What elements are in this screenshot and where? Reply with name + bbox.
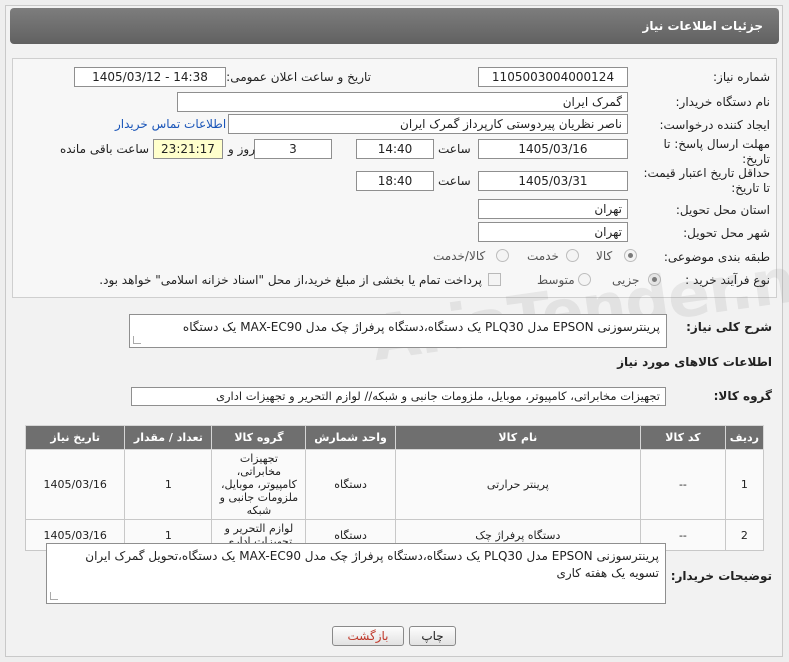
page-title: جزئیات اطلاعات نیاز xyxy=(10,8,779,44)
summary-textarea[interactable]: پرینترسوزنی EPSON مدل PLQ30 یک دستگاه،دس… xyxy=(129,314,667,348)
province-field: تهران xyxy=(478,199,628,219)
deadline-time-label: ساعت xyxy=(438,142,471,156)
category-radio-goods[interactable] xyxy=(624,249,637,262)
creator-label: ایجاد کننده درخواست: xyxy=(659,118,770,132)
buyer-notes-label: توضیحات خریدار: xyxy=(670,569,772,583)
cell-date: 1405/03/16 xyxy=(24,449,126,520)
buyer-org-field: گمرک ایران xyxy=(177,92,628,112)
remaining-days-label: روز و xyxy=(228,142,255,156)
goods-table: ردیف کد کالا نام کالا واحد شمارش گروه کا… xyxy=(24,425,765,551)
need-number-field: 1105003004000124 xyxy=(478,67,628,87)
category-option-goods-service: کالا/خدمت xyxy=(433,249,486,263)
remaining-days-field: 3 xyxy=(254,139,332,159)
goods-section-title: اطلاعات کالاهای مورد نیاز xyxy=(617,355,772,369)
deadline-time-field: 14:40 xyxy=(356,139,434,159)
col-qty: تعداد / مقدار xyxy=(124,425,213,450)
price-validity-time-label: ساعت xyxy=(438,174,471,188)
remaining-time-field: 23:21:17 xyxy=(153,139,223,159)
cell-row: 1 xyxy=(724,449,765,520)
summary-text: پرینترسوزنی EPSON مدل PLQ30 یک دستگاه،دس… xyxy=(182,320,660,334)
buyer-contact-link[interactable]: اطلاعات تماس خریدار xyxy=(115,117,226,131)
treasury-payment-note: پرداخت تمام یا بخشی از مبلغ خرید،از محل … xyxy=(99,273,482,287)
creator-field: ناصر نظریان پیردوستی کارپرداز گمرک ایران xyxy=(228,114,628,134)
category-radio-service[interactable] xyxy=(566,249,579,262)
cell-unit: دستگاه xyxy=(305,449,396,520)
col-unit: واحد شمارش xyxy=(305,425,396,450)
goods-group-label: گروه کالا: xyxy=(713,389,772,403)
print-button[interactable]: چاپ xyxy=(409,626,456,646)
cell-qty: 1 xyxy=(124,449,213,520)
resize-grip-icon[interactable] xyxy=(133,336,141,344)
price-validity-label: حداقل تاریخ اعتبار قیمت: تا تاریخ: xyxy=(643,166,770,195)
col-group: گروه کالا xyxy=(211,425,307,450)
summary-label: شرح کلی نیاز: xyxy=(686,320,772,334)
cell-name: پرینتر حرارتی xyxy=(394,449,642,520)
remaining-time-label: ساعت باقی مانده xyxy=(60,142,150,156)
announce-datetime-field: 1405/03/12 - 14:38 xyxy=(74,67,226,87)
col-name: نام کالا xyxy=(394,425,642,450)
cell-row: 2 xyxy=(724,519,765,551)
announce-datetime-label: تاریخ و ساعت اعلان عمومی: xyxy=(226,70,371,84)
category-option-goods: کالا xyxy=(596,249,613,263)
col-date: تاریخ نیاز xyxy=(24,425,126,450)
cell-code: -- xyxy=(640,449,726,520)
buyer-notes-text: پرینترسوزنی EPSON مدل PLQ30 یک دستگاه،دس… xyxy=(85,549,659,580)
goods-table-container: ردیف کد کالا نام کالا واحد شمارش گروه کا… xyxy=(24,425,765,551)
col-row: ردیف xyxy=(724,425,765,450)
city-field: تهران xyxy=(478,222,628,242)
deadline-date-field: 1405/03/16 xyxy=(478,139,628,159)
price-validity-time-field: 18:40 xyxy=(356,171,434,191)
province-label: استان محل تحویل: xyxy=(675,203,770,217)
goods-group-field: تجهیزات مخابراتی، کامپیوتر، موبایل، ملزو… xyxy=(131,387,666,406)
category-option-service: خدمت xyxy=(527,249,559,263)
need-number-label: شماره نیاز: xyxy=(713,70,770,84)
resize-grip-icon[interactable] xyxy=(50,592,58,600)
buyer-org-label: نام دستگاه خریدار: xyxy=(675,95,771,109)
buyer-notes-textarea[interactable]: پرینترسوزنی EPSON مدل PLQ30 یک دستگاه،دس… xyxy=(46,543,666,604)
table-row: 1 -- پرینتر حرارتی دستگاه تجهیزات مخابرا… xyxy=(24,449,765,520)
deadline-label: مهلت ارسال پاسخ: تا تاریخ: xyxy=(663,137,770,166)
goods-table-header: ردیف کد کالا نام کالا واحد شمارش گروه کا… xyxy=(24,425,765,450)
cell-group: تجهیزات مخابراتی، کامپیوتر، موبایل، ملزو… xyxy=(211,449,307,520)
price-validity-date-field: 1405/03/31 xyxy=(478,171,628,191)
category-radio-goods-service[interactable] xyxy=(496,249,509,262)
col-code: کد کالا xyxy=(640,425,726,450)
city-label: شهر محل تحویل: xyxy=(683,226,770,240)
back-button[interactable]: بازگشت xyxy=(332,626,404,646)
